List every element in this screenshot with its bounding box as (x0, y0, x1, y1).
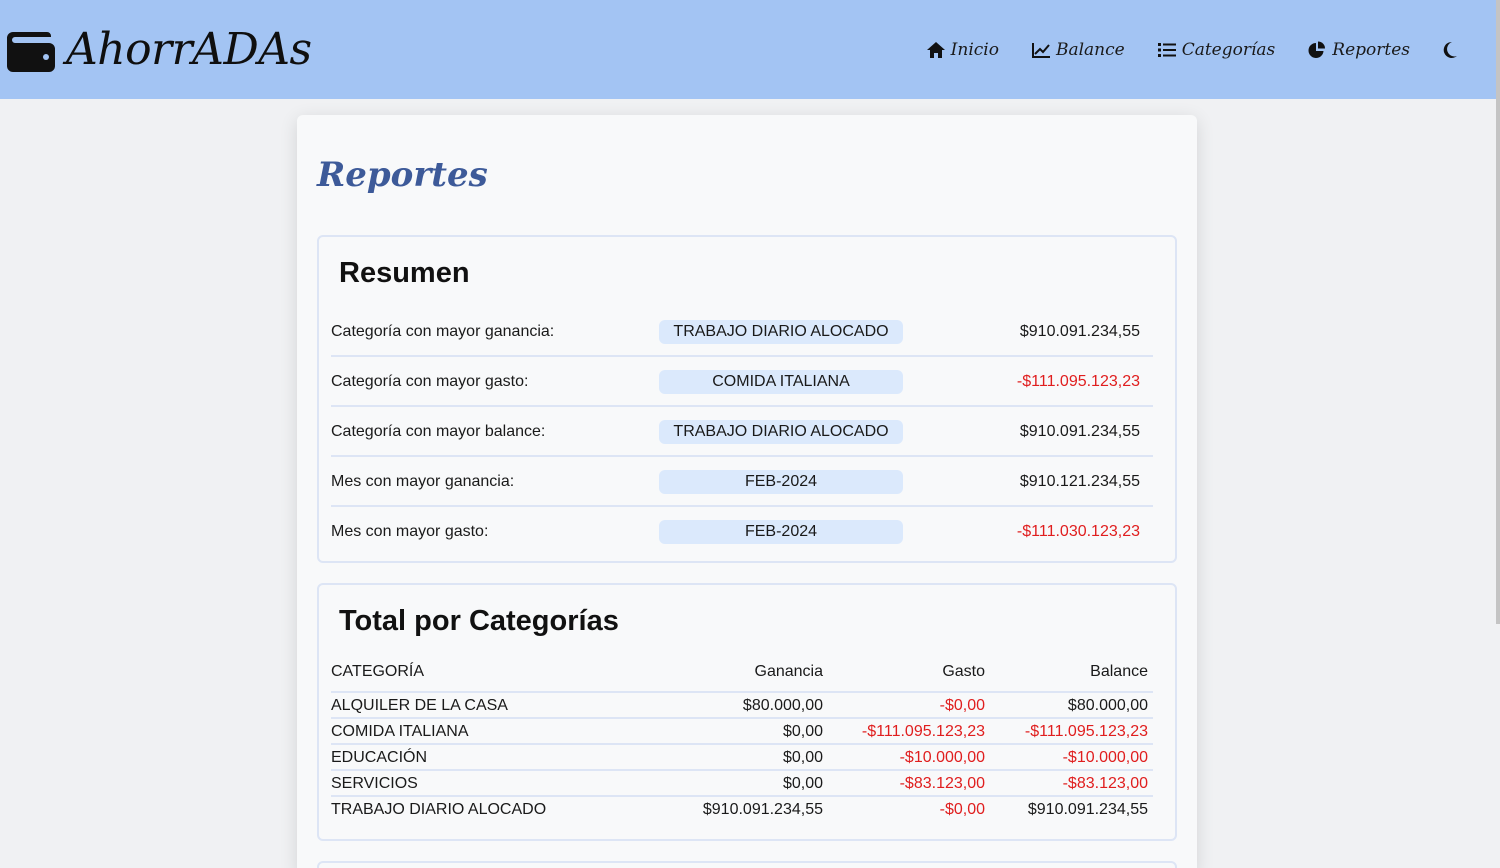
summary-amount: $910.091.234,55 (1019, 423, 1140, 440)
nav-item-label: Categorías (1181, 39, 1276, 60)
cell-income: $0,00 (782, 775, 823, 792)
summary-amount: $910.091.234,55 (1019, 323, 1140, 340)
moon-icon[interactable] (1442, 41, 1458, 59)
header-category: CATEGORÍA (331, 663, 425, 680)
summary-label: Categoría con mayor balance: (331, 423, 546, 440)
brand-name: AhorrADAs (66, 24, 312, 75)
month-tag: FEB-2024 (659, 470, 903, 494)
cell-balance: -$83.123,00 (1062, 775, 1148, 792)
brand-logo[interactable]: AhorrADAs (7, 24, 312, 75)
header-income: Ganancia (754, 663, 824, 680)
category-tag: TRABAJO DIARIO ALOCADO (659, 420, 903, 444)
categories-title: Total por Categorías (339, 605, 619, 637)
nav-item-label: Balance (1055, 39, 1125, 60)
cell-income: $910.091.234,55 (702, 801, 823, 818)
categories-section: Total por Categorías CATEGORÍA Ganancia … (317, 583, 1177, 841)
nav-item-label: Reportes (1332, 39, 1410, 60)
summary-row: Categoría con mayor ganancia: TRABAJO DI… (331, 307, 1153, 357)
next-section-partial (317, 861, 1177, 868)
table-row: EDUCACIÓN $0,00 -$10.000,00 -$10.000,00 (331, 745, 1153, 771)
chart-line-icon (1031, 42, 1050, 58)
table-row: ALQUILER DE LA CASA $80.000,00 -$0,00 $8… (331, 693, 1153, 719)
cell-category: ALQUILER DE LA CASA (331, 697, 508, 714)
cell-expense: -$0,00 (939, 801, 985, 818)
summary-title: Resumen (339, 257, 470, 289)
summary-label: Categoría con mayor ganancia: (331, 323, 555, 340)
summary-section: Resumen Categoría con mayor ganancia: TR… (317, 235, 1177, 563)
wallet-icon (7, 31, 55, 72)
table-row: SERVICIOS $0,00 -$83.123,00 -$83.123,00 (331, 771, 1153, 797)
cell-category: SERVICIOS (331, 775, 418, 792)
table-header: CATEGORÍA Ganancia Gasto Balance (331, 655, 1153, 693)
cell-balance: $80.000,00 (1067, 697, 1148, 714)
pie-chart-icon (1308, 41, 1326, 58)
cell-income: $0,00 (782, 723, 823, 740)
summary-amount: -$111.030.123,23 (1016, 523, 1140, 540)
cell-income: $0,00 (782, 749, 823, 766)
cell-category: TRABAJO DIARIO ALOCADO (331, 801, 547, 818)
cell-expense: -$0,00 (939, 697, 985, 714)
cell-expense: -$83.123,00 (899, 775, 985, 792)
summary-label: Categoría con mayor gasto: (331, 373, 529, 390)
summary-row: Categoría con mayor gasto: COMIDA ITALIA… (331, 357, 1153, 407)
cell-balance: -$10.000,00 (1062, 749, 1148, 766)
reports-card: Reportes Resumen Categoría con mayor gan… (297, 115, 1197, 868)
cell-balance: -$111.095.123,23 (1024, 723, 1148, 740)
cell-income: $80.000,00 (742, 697, 823, 714)
nav-item-balance[interactable]: Balance (1031, 40, 1125, 60)
summary-row: Categoría con mayor balance: TRABAJO DIA… (331, 407, 1153, 457)
summary-row: Mes con mayor gasto: FEB-2024 -$111.030.… (331, 507, 1153, 557)
category-tag: COMIDA ITALIANA (659, 370, 903, 394)
nav-item-inicio[interactable]: Inicio (926, 40, 999, 60)
summary-amount: -$111.095.123,23 (1016, 373, 1140, 390)
home-icon (926, 41, 945, 58)
table-row: TRABAJO DIARIO ALOCADO $910.091.234,55 -… (331, 797, 1153, 823)
summary-amount: $910.121.234,55 (1019, 473, 1140, 490)
page-title: Reportes (317, 155, 488, 195)
cell-category: EDUCACIÓN (331, 749, 428, 766)
top-navbar: AhorrADAs Inicio Balance Categorías Repo… (0, 0, 1496, 99)
summary-label: Mes con mayor gasto: (331, 523, 489, 540)
nav-item-label: Inicio (950, 39, 999, 60)
category-tag: TRABAJO DIARIO ALOCADO (659, 320, 903, 344)
header-expense: Gasto (942, 663, 985, 680)
cell-expense: -$10.000,00 (899, 749, 985, 766)
nav-item-categorias[interactable]: Categorías (1157, 39, 1276, 60)
scrollbar[interactable] (1496, 0, 1500, 624)
list-icon (1157, 42, 1176, 57)
nav-item-reportes[interactable]: Reportes (1307, 40, 1410, 60)
main-nav: Inicio Balance Categorías Reportes (894, 40, 1458, 60)
table-row: COMIDA ITALIANA $0,00 -$111.095.123,23 -… (331, 719, 1153, 745)
cell-balance: $910.091.234,55 (1027, 801, 1148, 818)
cell-category: COMIDA ITALIANA (331, 723, 469, 740)
summary-row: Mes con mayor ganancia: FEB-2024 $910.12… (331, 457, 1153, 507)
summary-label: Mes con mayor ganancia: (331, 473, 515, 490)
cell-expense: -$111.095.123,23 (861, 723, 985, 740)
header-balance: Balance (1090, 663, 1148, 680)
month-tag: FEB-2024 (659, 520, 903, 544)
categories-table: CATEGORÍA Ganancia Gasto Balance ALQUILE… (331, 655, 1153, 823)
